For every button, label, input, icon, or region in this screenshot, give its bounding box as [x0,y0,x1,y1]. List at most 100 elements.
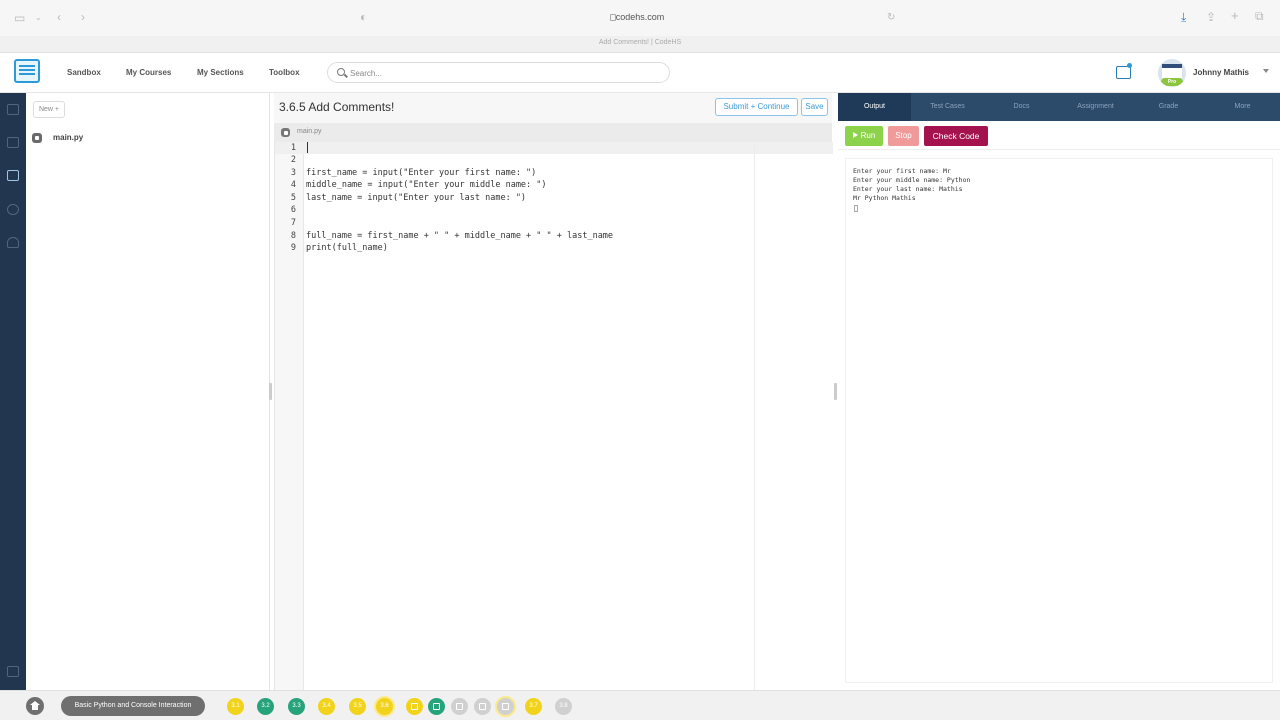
save-button[interactable]: Save [801,98,828,116]
share-icon[interactable]: ⇪ [1206,11,1216,23]
document-icon[interactable] [451,698,468,715]
nav-toolbox[interactable]: Toolbox [269,68,300,77]
video-icon[interactable] [406,698,423,715]
document-icon[interactable] [474,698,491,715]
progress-lesson-3-2[interactable]: 3.2 [257,698,274,715]
editor-tab-bar: main.py [274,123,832,142]
output-panel: Output Test Cases Docs Assignment Grade … [838,93,1280,690]
console-line: Enter your last name: Mathis [853,185,963,193]
tab-title: Add Comments! | CodeHS [598,39,682,46]
new-file-button[interactable]: New + [33,101,65,118]
progress-lesson-3-4[interactable]: 3.4 [318,698,335,715]
check-glyph [433,703,440,710]
sidebar-toggle-icon[interactable]: ▭ [14,12,25,24]
progress-lesson-3-3[interactable]: 3.3 [288,698,305,715]
editor-panel: 3.6.5 Add Comments! Submit + Continue Sa… [274,93,833,690]
console-output[interactable]: Enter your first name: Mr Enter your mid… [845,158,1273,683]
chevron-down-icon[interactable]: ⌄ [35,12,42,24]
file-panel: New + main.py [26,93,270,690]
code-editor[interactable]: 1 2 3 first_name = input("Enter your firs… [274,142,833,690]
pro-badge: Pro [1161,78,1183,86]
page-title: 3.6.5 Add Comments! [279,100,395,114]
document-glyph [479,703,486,710]
code-line: 9 print(full_name) [275,242,833,255]
stop-button[interactable]: Stop [888,126,919,146]
line-number: 9 [290,243,296,253]
code-line: 2 [275,154,833,167]
run-button[interactable]: Run [845,126,883,146]
address-bar[interactable]: codehs.com [378,8,902,28]
progress-lesson-3-6[interactable]: 3.6 [376,698,393,715]
progress-lesson-3-8[interactable]: 3.8 [555,698,572,715]
tab-overview-icon[interactable]: ⧉ [1255,10,1264,22]
play-icon [852,132,858,138]
search-input[interactable] [350,65,650,81]
notification-dot [1127,63,1132,68]
code-line: 7 [275,217,833,230]
check-code-button[interactable]: Check Code [924,126,988,146]
tab-grade[interactable]: Grade [1132,93,1205,121]
line-number: 4 [290,180,296,190]
run-toolbar: Run Stop Check Code [838,121,1280,150]
console-line: Mr Python Mathis [853,194,916,202]
code-text: print(full_name) [306,243,388,253]
progress-lesson-3-7[interactable]: 3.7 [525,698,542,715]
run-label: Run [860,131,876,140]
line-number: 2 [290,155,296,165]
console-input-caret[interactable] [854,205,858,212]
user-menu-chevron-icon[interactable] [1263,69,1269,73]
home-icon[interactable] [26,697,44,715]
pencil-icon[interactable] [497,698,514,715]
calendar-rail-icon[interactable] [7,137,19,148]
text-cursor [307,142,308,153]
resize-handle-left[interactable] [269,383,272,400]
video-glyph [411,703,418,710]
nav-sandbox[interactable]: Sandbox [67,68,101,77]
school-building-icon [1162,64,1182,78]
user-name[interactable]: Johnny Mathis [1193,68,1249,77]
back-icon[interactable]: ‹ [57,11,61,23]
python-icon [281,128,290,137]
tab-output[interactable]: Output [838,93,911,121]
new-tab-icon[interactable]: + [1231,9,1239,22]
left-rail [0,93,26,690]
settings-icon[interactable] [7,204,19,215]
search-box[interactable] [327,62,670,83]
line-number: 7 [290,218,296,228]
editor-tab-label: main.py [297,128,322,135]
search-icon [337,68,345,76]
progress-lesson-3-5[interactable]: 3.5 [349,698,366,715]
panel-toggle-icon[interactable] [7,666,19,677]
code-icon[interactable] [7,170,19,181]
tab-docs[interactable]: Docs [985,93,1058,121]
url-text: codehs.com [615,12,665,22]
unit-label[interactable]: Basic Python and Console Interaction [61,696,205,716]
code-text: middle_name = input("Enter your middle n… [306,180,547,190]
download-icon[interactable]: ⤓ [1181,11,1186,23]
check-icon[interactable] [428,698,445,715]
file-name: main.py [53,133,84,142]
tab-more[interactable]: More [1206,93,1279,121]
map-icon[interactable] [7,104,19,115]
tab-assignment[interactable]: Assignment [1059,93,1132,121]
codehs-logo[interactable] [14,59,40,83]
tab-test-cases[interactable]: Test Cases [911,93,984,121]
document-glyph [456,703,463,710]
browser-tab[interactable]: Add Comments! | CodeHS [0,36,1280,53]
people-icon[interactable] [7,237,19,248]
submit-continue-button[interactable]: Submit + Continue [715,98,798,116]
output-tabs: Output Test Cases Docs Assignment Grade … [838,93,1280,121]
nav-my-courses[interactable]: My Courses [126,68,171,77]
nav-my-sections[interactable]: My Sections [197,68,244,77]
shield-icon: ◐ [360,10,368,24]
code-line: 4 middle_name = input("Enter your middle … [275,179,833,192]
code-line: 6 [275,204,833,217]
resize-handle-right[interactable] [834,383,837,400]
pencil-glyph [502,703,509,710]
reload-icon[interactable]: ↻ [887,12,895,24]
progress-lesson-3-1[interactable]: 3.1 [227,698,244,715]
console-line: Enter your first name: Mr [853,167,951,175]
forward-icon[interactable]: › [81,11,85,23]
course-progress-bar: Basic Python and Console Interaction 3.1… [0,690,1280,720]
avatar[interactable]: Pro [1158,59,1186,87]
